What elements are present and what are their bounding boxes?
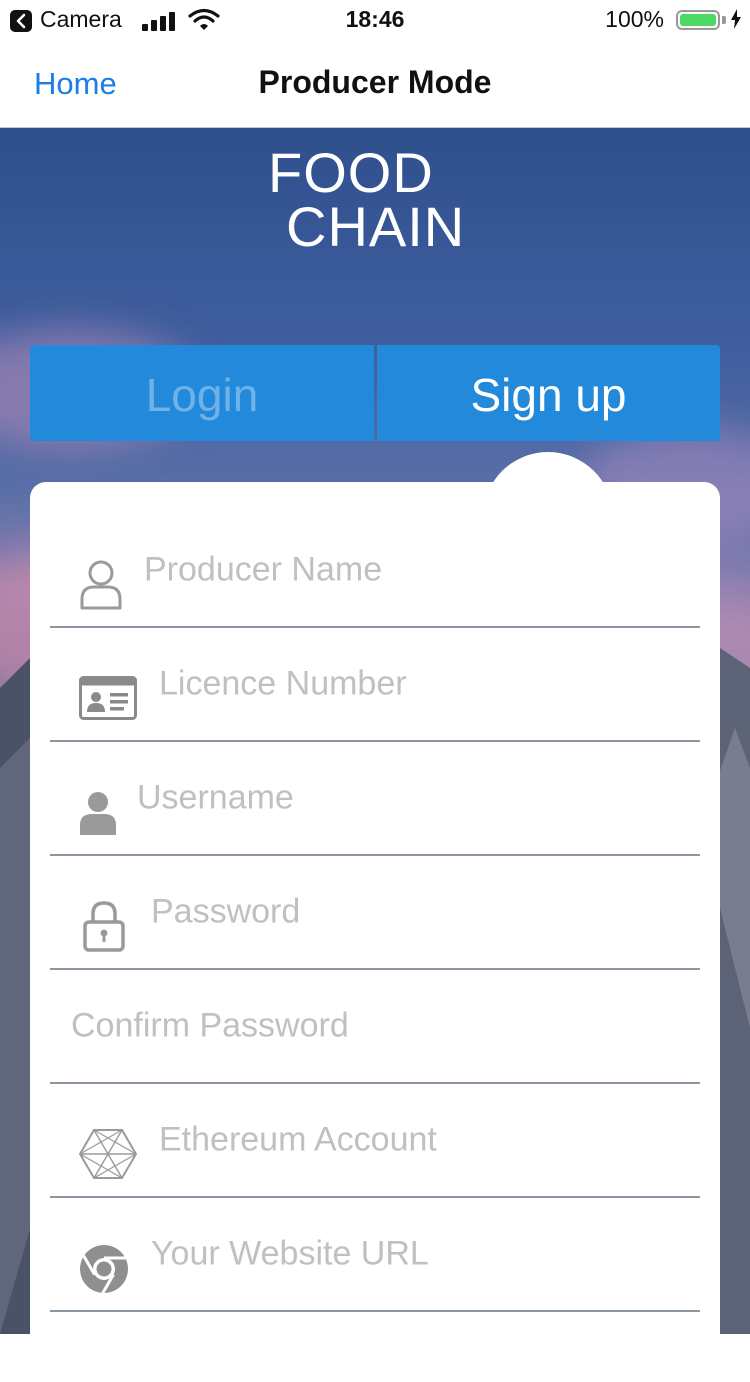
logo-line-2: CHAIN (286, 195, 466, 258)
lock-icon (83, 901, 125, 952)
status-bar: Camera 18:46 100% (0, 0, 750, 40)
licence-number-field[interactable]: Licence Number (50, 628, 700, 742)
password-field[interactable]: Password (50, 856, 700, 970)
logo-line-1: FOOD (268, 141, 434, 204)
ethereum-account-placeholder: Ethereum Account (159, 1120, 437, 1159)
tab-login[interactable]: Login (30, 345, 374, 441)
ethereum-account-field[interactable]: Ethereum Account (50, 1084, 700, 1198)
website-url-field[interactable]: Your Website URL (50, 1198, 700, 1312)
battery-percentage: 100% (605, 6, 664, 32)
charging-bolt-icon (731, 9, 741, 29)
producer-name-placeholder: Producer Name (144, 550, 383, 589)
confirm-password-placeholder: Confirm Password (71, 1006, 349, 1045)
id-card-icon (79, 676, 137, 720)
navigation-bar: Home Producer Mode (0, 40, 750, 128)
tab-signup[interactable]: Sign up (377, 345, 720, 441)
producer-name-field[interactable]: Producer Name (50, 514, 700, 628)
battery-icon (676, 10, 720, 30)
username-placeholder: Username (137, 778, 294, 817)
user-outline-icon (80, 560, 122, 610)
password-placeholder: Password (151, 892, 301, 931)
ethereum-icon (79, 1129, 137, 1179)
confirm-password-field[interactable]: Confirm Password (50, 970, 700, 1084)
website-url-placeholder: Your Website URL (151, 1234, 429, 1273)
battery-tip (722, 16, 726, 24)
user-filled-icon (80, 792, 116, 835)
chrome-icon (80, 1245, 128, 1294)
page-title: Producer Mode (258, 64, 492, 100)
username-field[interactable]: Username (50, 742, 700, 856)
licence-number-placeholder: Licence Number (159, 664, 407, 703)
